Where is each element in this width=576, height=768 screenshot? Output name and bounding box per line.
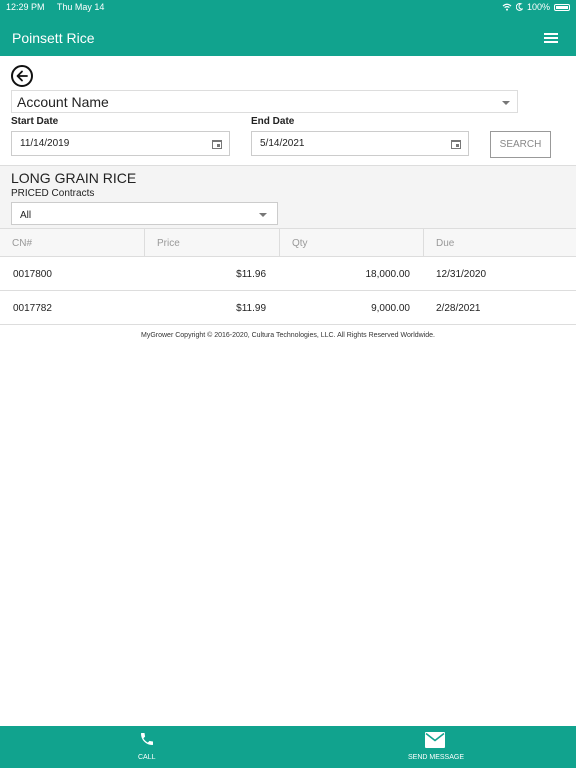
phone-icon [141, 733, 153, 745]
contract-type-label: PRICED Contracts [11, 188, 95, 199]
status-time: 12:29 PM [6, 2, 45, 12]
nav-bar: Poinsett Rice [0, 14, 576, 56]
call-button[interactable]: CALL [100, 726, 194, 768]
hamburger-menu-icon[interactable] [544, 33, 558, 45]
cell-cn: 0017800 [13, 269, 52, 280]
cell-price: $11.99 [236, 303, 266, 314]
battery-percent: 100% [526, 2, 550, 12]
end-date-label: End Date [251, 116, 295, 127]
start-date-label: Start Date [11, 116, 59, 127]
cell-due: 12/31/2020 [436, 269, 487, 280]
end-date-input[interactable]: 5/14/2021 [251, 131, 469, 156]
status-right: 100% [502, 2, 570, 12]
account-select-value: Account Name [17, 94, 109, 110]
arrow-left-icon [16, 70, 28, 82]
end-date-value: 5/14/2021 [260, 138, 305, 149]
cell-due: 2/28/2021 [436, 303, 481, 314]
calendar-icon[interactable] [212, 140, 222, 149]
contract-filter-select[interactable]: All [11, 202, 278, 225]
column-header-price: Price [145, 229, 280, 257]
calendar-icon[interactable] [451, 140, 461, 149]
column-header-qty: Qty [280, 229, 424, 257]
chevron-down-icon [502, 101, 510, 105]
wifi-icon [502, 3, 512, 11]
bottom-nav: CALL SEND MESSAGE [0, 726, 576, 768]
call-label: CALL [138, 754, 156, 761]
battery-icon [554, 3, 570, 11]
table-row[interactable]: 0017782 $11.99 9,000.00 2/28/2021 [0, 291, 576, 325]
cell-qty: 18,000.00 [365, 269, 411, 280]
status-left: 12:29 PM Thu May 14 [6, 2, 114, 12]
back-button[interactable] [11, 65, 33, 87]
send-message-label: SEND MESSAGE [408, 754, 465, 761]
cell-cn: 0017782 [13, 303, 52, 314]
start-date-input[interactable]: 11/14/2019 [11, 131, 230, 156]
envelope-icon [425, 732, 445, 748]
table-header: CN# Price Qty Due [0, 229, 576, 257]
moon-icon [515, 3, 523, 11]
contract-filter-value: All [20, 210, 32, 221]
table-row[interactable]: 0017800 $11.96 18,000.00 12/31/2020 [0, 257, 576, 291]
send-message-button[interactable]: SEND MESSAGE [395, 726, 475, 768]
column-header-due: Due [436, 238, 455, 249]
status-date: Thu May 14 [56, 2, 105, 12]
copyright-text: MyGrower Copyright © 2016-2020, Cultura … [141, 332, 435, 339]
start-date-value: 11/14/2019 [20, 138, 70, 149]
account-select[interactable]: Account Name [11, 90, 518, 113]
commodity-title: LONG GRAIN RICE [11, 170, 137, 186]
cell-qty: 9,000.00 [371, 303, 410, 314]
chevron-down-icon [259, 213, 267, 217]
cell-price: $11.96 [236, 269, 266, 280]
page-title: Poinsett Rice [12, 30, 95, 46]
contracts-table: CN# Price Qty Due 0017800 $11.96 18,000.… [0, 228, 576, 325]
status-bar: 12:29 PM Thu May 14 100% [0, 0, 576, 14]
column-header-cn: CN# [0, 229, 145, 257]
search-button[interactable]: SEARCH [490, 131, 551, 158]
